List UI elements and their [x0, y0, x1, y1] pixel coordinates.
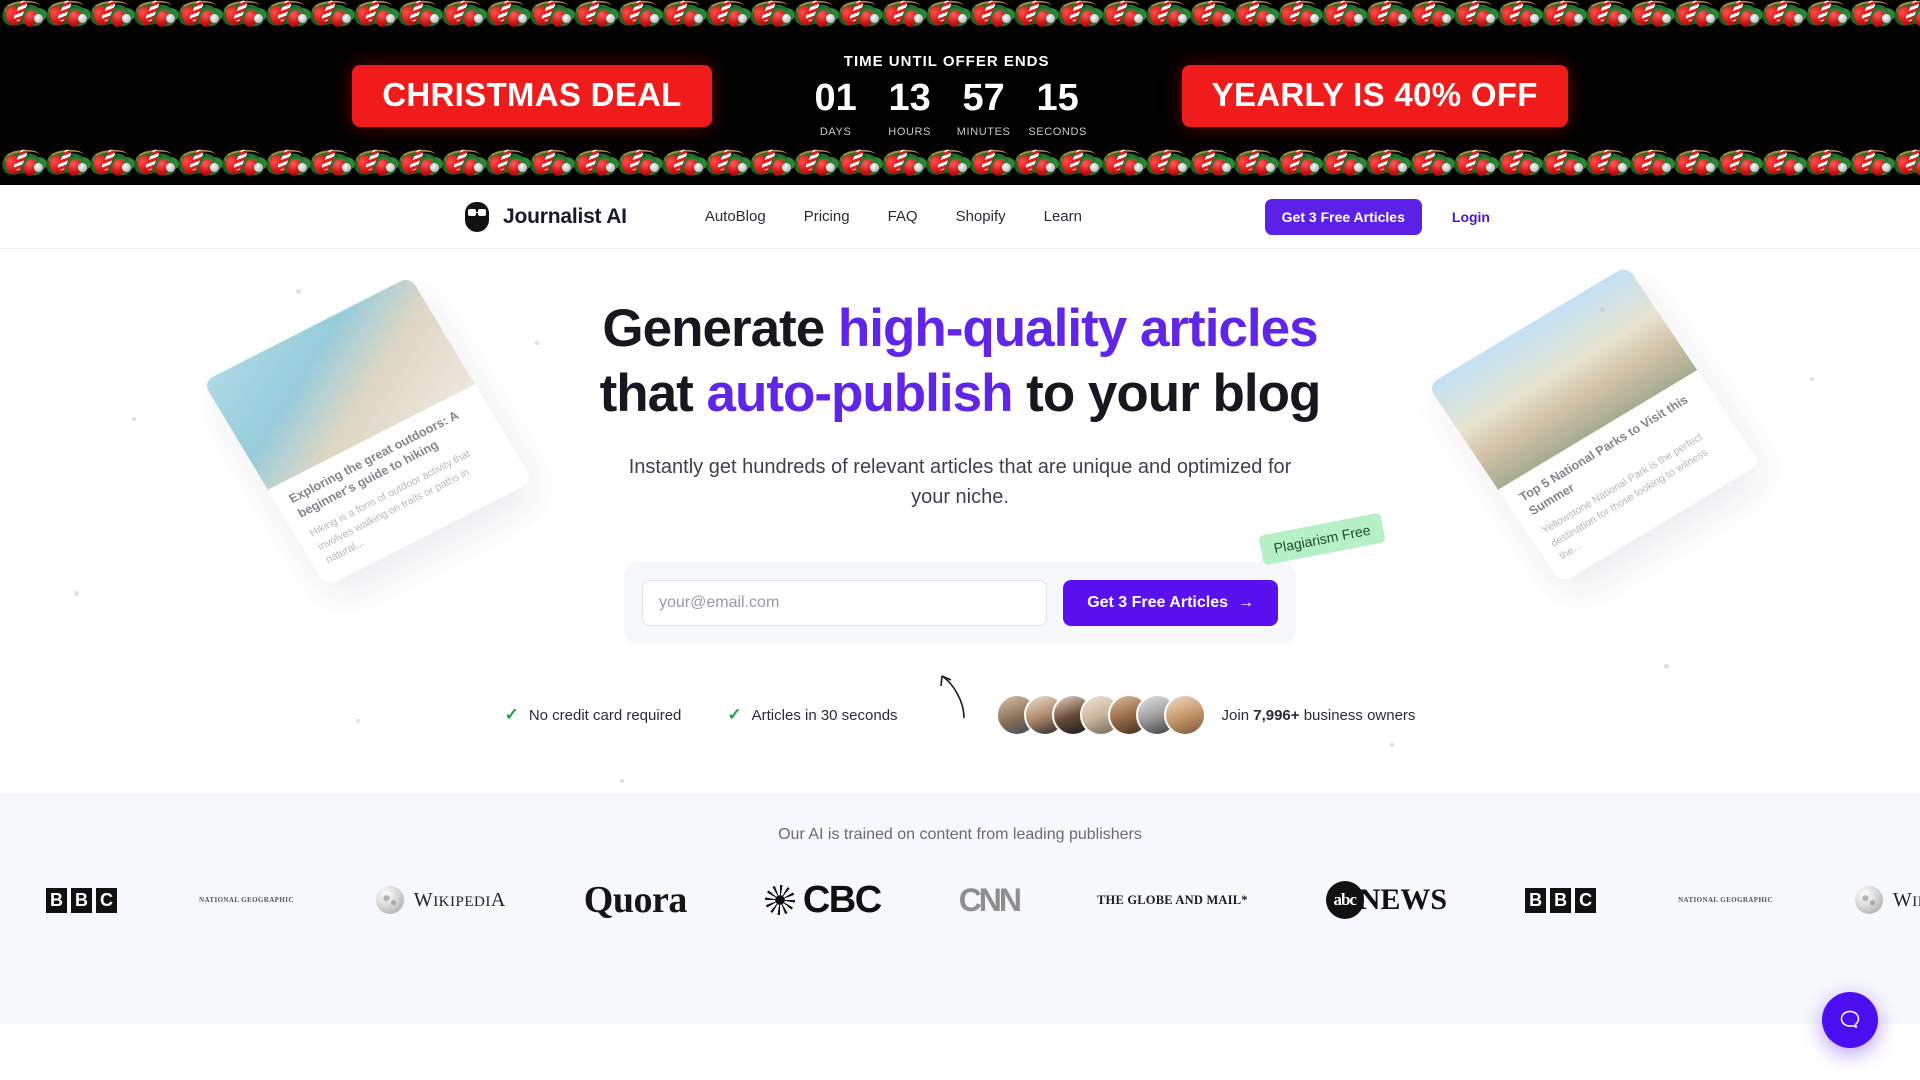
trust-label: Articles in 30 seconds	[751, 706, 898, 724]
get-free-articles-button[interactable]: Get 3 Free Articles →	[1063, 580, 1278, 627]
floating-article-card-right: Top 5 National Parks to Visit this Summe…	[1427, 265, 1761, 584]
journalist-ai-logo-icon	[465, 201, 489, 232]
join-suffix: business owners	[1299, 706, 1416, 724]
check-icon: ✓	[504, 705, 519, 725]
christmas-deal-badge[interactable]: CHRISTMAS DEAL	[352, 64, 712, 127]
publisher-logo-natgeo: NATIONAL GEOGRAPHIC	[199, 896, 294, 904]
publisher-logo-natgeo: NATIONAL GEOGRAPHIC	[1678, 896, 1773, 904]
trust-label: No credit card required	[528, 706, 682, 724]
chat-bubble-icon	[1840, 1010, 1860, 1028]
publisher-logo-wiki: WIKIPEDIA	[375, 886, 506, 914]
countdown-cells: 01 DAYS 13 HOURS 57 MINUTES 15 SECONDS	[804, 77, 1090, 138]
countdown-timer: TIME UNTIL OFFER ENDS 01 DAYS 13 HOURS 57 MIN…	[804, 53, 1090, 138]
countdown-value: 01	[814, 77, 857, 120]
arrow-right-icon: →	[1238, 594, 1254, 612]
countdown-cell: 15 SECONDS	[1026, 77, 1090, 138]
promo-banner: CHRISTMAS DEAL TIME UNTIL OFFER ENDS 01 D…	[0, 0, 1920, 185]
countdown-value: 57	[962, 77, 1005, 120]
countdown-unit: SECONDS	[1028, 125, 1087, 138]
curved-arrow-icon	[939, 675, 965, 719]
chat-support-button[interactable]	[1822, 992, 1878, 1048]
countdown-unit: DAYS	[819, 125, 852, 138]
trust-item: ✓ No credit card required	[505, 705, 682, 725]
headline-text: that	[599, 363, 707, 423]
publishers-section: Our AI is trained on content from leadin…	[0, 794, 1920, 1024]
email-signup-form: Get 3 Free Articles → Plagiarism Free	[624, 512, 1386, 645]
countdown-unit: HOURS	[888, 125, 932, 138]
brand-logo[interactable]: Journalist AI	[465, 201, 627, 232]
publisher-logo-abc: abc NEWS	[1325, 881, 1447, 919]
headline-line-2: that auto-publish to your blog	[599, 363, 1322, 423]
countdown-cell: 01 DAYS	[804, 77, 868, 138]
publisher-logo-bbc: BBC	[46, 887, 117, 913]
check-icon: ✓	[727, 705, 742, 725]
publisher-logo-bbc: BBC	[1525, 887, 1597, 913]
brand-name: Journalist AI	[503, 204, 627, 228]
publisher-logo-wiki: WIKIPEDIA	[1854, 886, 1920, 914]
publisher-logo-globemail: THE GLOBE AND MAIL*	[1097, 892, 1248, 907]
social-proof: Join 7,996+ business owners	[939, 675, 1416, 737]
avatar	[1163, 694, 1206, 737]
join-count: 7,996+	[1253, 706, 1300, 724]
features-section: Feature-Rich Articles that Bring Traffic	[0, 1024, 1920, 1080]
trust-item: ✓ Articles in 30 seconds	[727, 705, 897, 725]
main-navigation: Journalist AI AutoBlog Pricing FAQ Shopify L…	[0, 185, 1920, 249]
publisher-logo-cbc: CBC	[764, 879, 882, 922]
countdown-value: 13	[888, 77, 931, 120]
countdown-title: TIME UNTIL OFFER ENDS	[843, 53, 1050, 71]
nav-link-pricing[interactable]: Pricing	[804, 208, 850, 225]
headline-accent: high-quality articles	[837, 299, 1319, 358]
countdown-cell: 57 MINUTES	[952, 77, 1016, 138]
nav-actions: Get 3 Free Articles Login	[1264, 198, 1490, 235]
nav-link-learn[interactable]: Learn	[1044, 208, 1082, 225]
headline-accent: auto-publish	[706, 363, 1014, 423]
join-prefix: Join	[1221, 706, 1254, 724]
publishers-caption: Our AI is trained on content from leadin…	[778, 826, 1142, 843]
join-count-label: Join 7,996+ business owners	[1222, 707, 1416, 724]
nav-get-free-articles-button[interactable]: Get 3 Free Articles	[1264, 198, 1422, 235]
countdown-cell: 13 HOURS	[878, 77, 942, 138]
plagiarism-free-badge: Plagiarism Free	[1258, 512, 1386, 566]
trust-indicators: ✓ No credit card required ✓ Articles in …	[460, 675, 1460, 737]
hero-section: Exploring the great outdoors: A beginner…	[0, 249, 1920, 794]
nav-links: AutoBlog Pricing FAQ Shopify Learn	[705, 208, 1082, 225]
nav-link-faq[interactable]: FAQ	[888, 208, 918, 225]
publisher-logo-cnn: CNN	[958, 881, 1022, 918]
nav-link-shopify[interactable]: Shopify	[956, 208, 1006, 225]
avatar-group	[995, 694, 1206, 737]
headline-text: to your blog	[1012, 363, 1321, 423]
page-title: Generate high-quality articles that auto…	[460, 297, 1460, 426]
hero-subheadline: Instantly get hundreds of relevant artic…	[628, 456, 1292, 509]
login-link[interactable]: Login	[1452, 209, 1490, 225]
publisher-logo-quora: Quora	[583, 879, 688, 921]
countdown-unit: MINUTES	[956, 125, 1011, 138]
submit-label: Get 3 Free Articles	[1087, 594, 1228, 612]
nav-link-autoblog[interactable]: AutoBlog	[705, 208, 766, 225]
publisher-logo-strip: B B C NATIONAL GEOGRAPHIC WIKIPEDIA Quora CBC C…	[0, 878, 1920, 922]
email-input[interactable]	[642, 580, 1048, 627]
countdown-value: 15	[1036, 77, 1079, 120]
yearly-offer-badge[interactable]: YEARLY IS 40% OFF	[1181, 64, 1568, 127]
headline-line-1: Generate high-quality articles	[602, 299, 1319, 358]
headline-text: Generate	[602, 299, 838, 358]
